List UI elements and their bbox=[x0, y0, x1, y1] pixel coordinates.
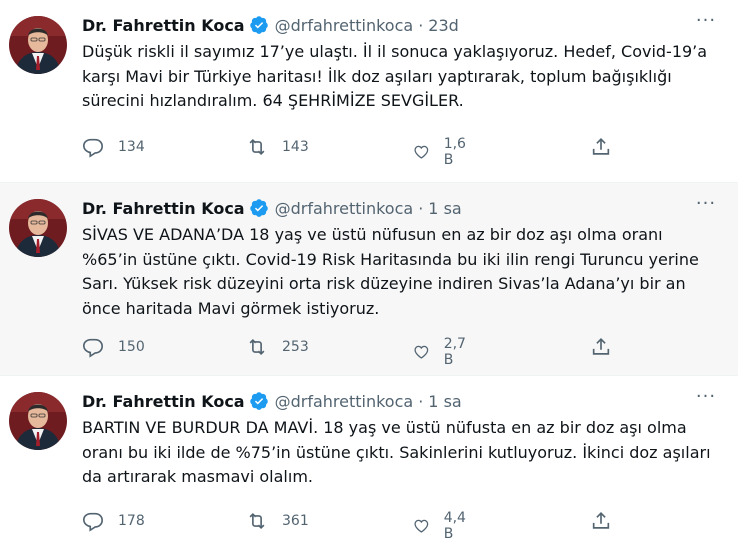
author-handle[interactable]: @drfahrettinkoca bbox=[275, 392, 414, 411]
tweet-text: Düşük riskli il sayımız 17’ye ulaştı. İl… bbox=[82, 42, 708, 110]
reply-button[interactable]: 134 bbox=[82, 136, 145, 158]
like-count: 1,6 B bbox=[443, 136, 466, 168]
author-handle[interactable]: @drfahrettinkoca bbox=[275, 199, 414, 218]
tweet-text: SİVAS VE ADANA’DA 18 yaş ve üstü nüfusun… bbox=[82, 225, 699, 318]
tweet-3[interactable]: Dr. Fahrettin Koca @drfahrettinkoca · 1 … bbox=[0, 376, 738, 544]
retweet-count: 143 bbox=[282, 139, 309, 155]
retweet-icon bbox=[249, 338, 265, 356]
verified-badge-icon bbox=[249, 391, 269, 411]
retweet-button[interactable]: 143 bbox=[246, 136, 309, 158]
separator-dot: · bbox=[418, 391, 424, 411]
tweet-timestamp[interactable]: 23d bbox=[428, 16, 459, 35]
reply-count: 150 bbox=[118, 339, 145, 355]
like-icon bbox=[414, 519, 429, 533]
more-icon[interactable]: ··· bbox=[694, 195, 718, 219]
avatar[interactable] bbox=[9, 16, 67, 74]
reply-icon bbox=[83, 512, 103, 532]
reply-count: 134 bbox=[118, 139, 145, 155]
tweet-2[interactable]: Dr. Fahrettin Koca @drfahrettinkoca · 1 … bbox=[0, 183, 738, 376]
share-button[interactable] bbox=[590, 510, 612, 532]
more-icon[interactable]: ··· bbox=[694, 12, 718, 36]
tweet-1[interactable]: Dr. Fahrettin Koca @drfahrettinkoca · 23… bbox=[0, 0, 738, 183]
like-icon bbox=[414, 145, 429, 159]
retweet-count: 253 bbox=[282, 339, 309, 355]
tweet-timestamp[interactable]: 1 sa bbox=[428, 392, 461, 411]
reply-icon bbox=[83, 338, 103, 358]
author-name[interactable]: Dr. Fahrettin Koca bbox=[82, 199, 245, 218]
author-handle[interactable]: @drfahrettinkoca bbox=[275, 16, 414, 35]
verified-badge-icon bbox=[249, 198, 269, 218]
like-count: 2,7 B bbox=[443, 336, 466, 368]
retweet-icon bbox=[249, 138, 265, 156]
verified-badge-icon bbox=[249, 15, 269, 35]
like-count: 4,4 B bbox=[443, 510, 466, 542]
share-icon bbox=[592, 138, 610, 155]
tweet-feed: Dr. Fahrettin Koca @drfahrettinkoca · 23… bbox=[0, 0, 738, 544]
like-button[interactable]: 4,4 B bbox=[413, 510, 471, 542]
author-name[interactable]: Dr. Fahrettin Koca bbox=[82, 16, 245, 35]
separator-dot: · bbox=[418, 15, 424, 35]
retweet-button[interactable]: 253 bbox=[246, 336, 309, 358]
share-button[interactable] bbox=[590, 136, 612, 158]
more-icon[interactable]: ··· bbox=[694, 388, 718, 412]
separator-dot: · bbox=[418, 198, 424, 218]
like-button[interactable]: 2,7 B bbox=[413, 336, 471, 368]
share-icon bbox=[592, 512, 610, 529]
reply-count: 178 bbox=[118, 513, 145, 529]
like-button[interactable]: 1,6 B bbox=[413, 136, 471, 168]
avatar[interactable] bbox=[9, 199, 67, 257]
reply-icon bbox=[83, 138, 103, 158]
share-button[interactable] bbox=[590, 336, 612, 358]
author-name[interactable]: Dr. Fahrettin Koca bbox=[82, 392, 245, 411]
tweet-timestamp[interactable]: 1 sa bbox=[428, 199, 461, 218]
share-icon bbox=[592, 338, 610, 355]
retweet-button[interactable]: 361 bbox=[246, 510, 309, 532]
retweet-count: 361 bbox=[282, 513, 309, 529]
like-icon bbox=[414, 345, 429, 359]
reply-button[interactable]: 178 bbox=[82, 510, 145, 532]
tweet-text: BARTIN VE BURDUR DA MAVİ. 18 yaş ve üstü… bbox=[82, 418, 711, 486]
reply-button[interactable]: 150 bbox=[82, 336, 145, 358]
avatar[interactable] bbox=[9, 392, 67, 450]
retweet-icon bbox=[249, 512, 265, 530]
